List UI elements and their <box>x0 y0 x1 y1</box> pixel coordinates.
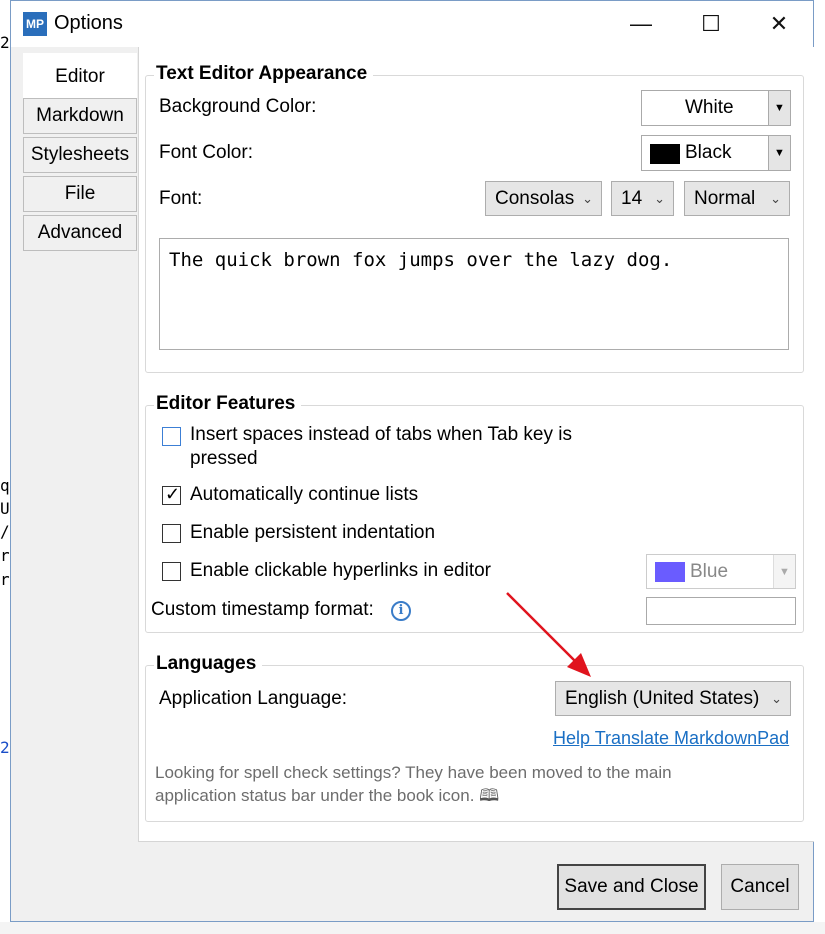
close-icon: ✕ <box>769 11 789 36</box>
tab-stylesheets[interactable]: Stylesheets <box>23 137 137 173</box>
hyperlink-color-swatch <box>655 562 685 582</box>
font-color-select[interactable]: Black ▼ <box>641 135 791 171</box>
background-text-fragment: q <box>0 476 10 495</box>
font-color-swatch <box>650 144 680 164</box>
continue-lists-checkbox[interactable]: ✓ <box>162 484 181 505</box>
font-family-select[interactable]: Consolas ⌄ <box>485 181 602 216</box>
help-translate-link[interactable]: Help Translate MarkdownPad <box>553 728 789 749</box>
chevron-down-icon: ⌄ <box>582 191 593 206</box>
cancel-button[interactable]: Cancel <box>721 864 799 910</box>
minimize-button[interactable]: — <box>613 1 669 47</box>
background-text-fragment: 2 <box>0 33 10 52</box>
minimize-icon: — <box>630 11 652 36</box>
background-color-select[interactable]: White ▼ <box>641 90 791 126</box>
font-color-label: Font Color: <box>159 142 253 163</box>
font-size-value: 14 <box>621 188 643 209</box>
tab-file[interactable]: File <box>23 176 137 212</box>
group-title: Languages <box>154 653 263 675</box>
save-and-close-button[interactable]: Save and Close <box>557 864 706 910</box>
insert-spaces-checkbox[interactable] <box>162 427 181 446</box>
font-weight-value: Normal <box>694 188 756 209</box>
arrow-shaft <box>506 592 580 666</box>
book-icon: 🕮 <box>479 786 500 805</box>
hyperlink-color-value: Blue <box>690 561 729 582</box>
background-text-fragment: / <box>0 522 10 541</box>
application-language-label: Application Language: <box>159 688 348 709</box>
maximize-button[interactable]: ☐ <box>683 1 739 47</box>
languages-group: Languages Application Language: English … <box>145 653 804 822</box>
maximize-icon: ☐ <box>701 11 721 36</box>
background-window-bottom-edge <box>0 922 825 934</box>
clickable-hyperlinks-checkbox[interactable] <box>162 562 181 581</box>
red-arrow-annotation <box>506 592 591 677</box>
editor-settings-panel: Text Editor Appearance Background Color:… <box>138 47 814 842</box>
background-window-right-edge <box>813 0 825 934</box>
spellcheck-note-text: application status bar under the book ic… <box>155 786 475 805</box>
background-window-left-edge <box>0 0 10 934</box>
group-title: Text Editor Appearance <box>154 63 374 85</box>
info-icon[interactable]: i <box>391 601 411 621</box>
group-title: Editor Features <box>154 393 302 415</box>
editor-features-group: Editor Features Insert spaces instead of… <box>145 393 804 633</box>
continue-lists-label: Automatically continue lists <box>190 484 419 505</box>
background-text-fragment: 2 <box>0 738 10 757</box>
font-label: Font: <box>159 188 203 209</box>
font-preview-box: The quick brown fox jumps over the lazy … <box>159 238 789 350</box>
persistent-indentation-label: Enable persistent indentation <box>190 522 436 543</box>
chevron-down-icon: ⌄ <box>770 191 781 206</box>
background-text-fragment: r <box>0 570 10 589</box>
text-editor-appearance-group: Text Editor Appearance Background Color:… <box>145 63 804 373</box>
markdownpad-app-icon: MP <box>23 12 47 36</box>
timestamp-format-label: Custom timestamp format: <box>151 599 374 620</box>
tab-markdown[interactable]: Markdown <box>23 98 137 134</box>
font-weight-select[interactable]: Normal ⌄ <box>684 181 790 216</box>
background-text-fragment: U <box>0 499 10 518</box>
spellcheck-note: Looking for spell check settings? They h… <box>155 761 672 807</box>
chevron-down-icon: ▼ <box>768 136 790 170</box>
background-color-value: White <box>685 97 734 118</box>
background-text-fragment: r <box>0 546 10 565</box>
tab-advanced[interactable]: Advanced <box>23 215 137 251</box>
options-dialog: MP Options — ☐ ✕ Editor Markdown Stylesh… <box>10 0 814 922</box>
insert-spaces-label: Insert spaces instead of tabs when Tab k… <box>190 424 572 445</box>
spellcheck-note-line-1: Looking for spell check settings? They h… <box>155 763 672 782</box>
title-bar[interactable]: MP Options — ☐ ✕ <box>11 1 813 47</box>
clickable-hyperlinks-label: Enable clickable hyperlinks in editor <box>190 560 491 581</box>
timestamp-format-input[interactable] <box>646 597 796 625</box>
chevron-down-icon: ▼ <box>773 555 795 588</box>
spellcheck-note-line-2: application status bar under the book ic… <box>155 784 672 807</box>
font-color-value: Black <box>685 142 732 163</box>
font-size-select[interactable]: 14 ⌄ <box>611 181 674 216</box>
checkmark-icon: ✓ <box>165 484 181 504</box>
chevron-down-icon: ▼ <box>768 91 790 125</box>
tab-editor[interactable]: Editor <box>23 53 137 99</box>
persistent-indentation-checkbox[interactable] <box>162 524 181 543</box>
chevron-down-icon: ⌄ <box>771 691 782 706</box>
background-color-label: Background Color: <box>159 96 317 117</box>
window-title: Options <box>54 12 123 34</box>
close-button[interactable]: ✕ <box>751 1 807 47</box>
hyperlink-color-select[interactable]: Blue ▼ <box>646 554 796 589</box>
insert-spaces-label-continued: pressed <box>190 448 258 469</box>
font-family-value: Consolas <box>495 188 575 209</box>
chevron-down-icon: ⌄ <box>654 191 665 206</box>
